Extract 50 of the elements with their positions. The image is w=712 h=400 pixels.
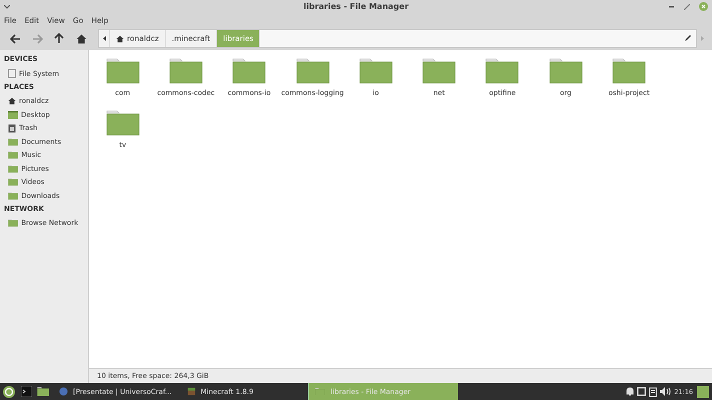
folder-icon [8, 164, 18, 173]
folder-icon [8, 151, 18, 160]
folder-icon [106, 58, 140, 84]
folder-icon [168, 58, 203, 84]
folder-icon [548, 58, 583, 84]
window-icon[interactable] [637, 387, 646, 396]
drive-icon [8, 69, 16, 78]
home-icon [76, 34, 86, 44]
folder-icon [358, 58, 393, 84]
forward-arrow-icon [32, 34, 42, 44]
folder-icon [8, 192, 18, 200]
files-launcher[interactable] [36, 384, 50, 398]
folder-icon [315, 388, 326, 396]
caret-icon[interactable] [4, 4, 10, 8]
terminal-icon [20, 386, 32, 397]
globe-icon [59, 387, 68, 396]
right-triangle-icon [701, 36, 704, 41]
folder-icon [36, 386, 50, 396]
show-desktop-button[interactable] [696, 384, 710, 398]
terminal-button[interactable] [19, 384, 33, 398]
block-icon [186, 387, 196, 396]
close-icon [698, 2, 708, 11]
pencil-icon [684, 34, 692, 42]
square-icon [697, 386, 709, 398]
window-title: libraries - File Manager [303, 2, 409, 11]
folder-icon [106, 110, 140, 136]
folder-icon [612, 58, 646, 84]
folder-icon [232, 58, 266, 84]
desktop-icon [8, 110, 18, 119]
trash-icon [8, 124, 16, 133]
home-icon [8, 97, 16, 106]
folder-icon [485, 58, 520, 84]
folder-icon [8, 219, 18, 228]
up-arrow-icon [54, 33, 64, 44]
back-arrow-icon [10, 34, 20, 44]
folder-icon [296, 58, 330, 84]
minus-icon [668, 6, 674, 8]
folder-icon [422, 58, 456, 84]
menu-button[interactable] [2, 384, 16, 398]
folder-icon [8, 178, 18, 186]
home-icon [116, 34, 124, 42]
ring-logo-icon [3, 386, 15, 398]
clipboard-icon[interactable] [649, 386, 658, 396]
speaker-icon[interactable] [660, 387, 672, 396]
diagonal-line-icon [684, 4, 690, 10]
bell-icon[interactable] [626, 387, 634, 396]
left-triangle-icon [102, 36, 106, 41]
maximize-button[interactable] [682, 2, 692, 12]
folder-icon [8, 138, 18, 146]
scroll-left-button[interactable] [99, 30, 110, 47]
